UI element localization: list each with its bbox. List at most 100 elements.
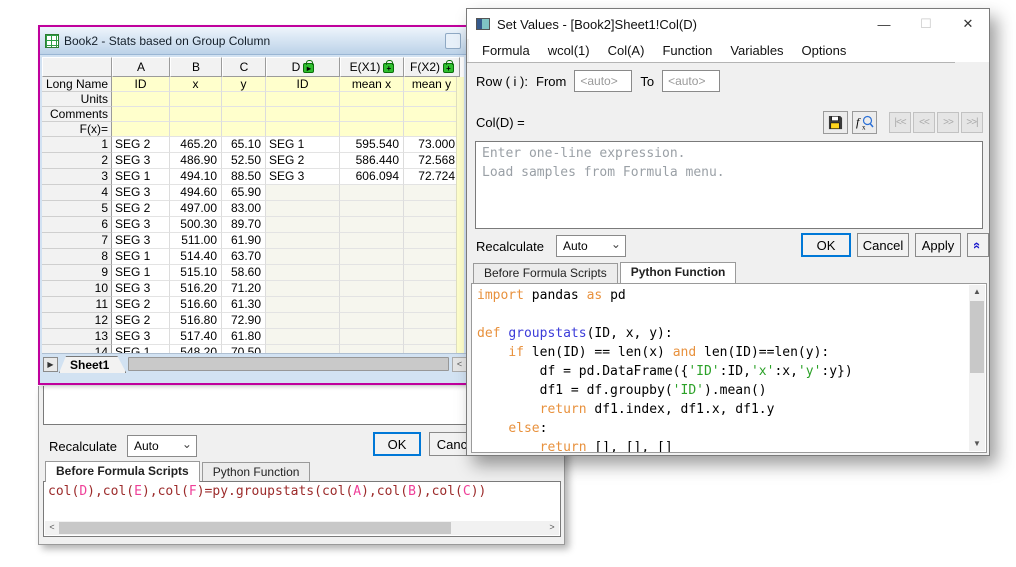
code-scrollbar[interactable]: ▲ ▼ <box>969 285 985 451</box>
data-cell[interactable]: 606.094 <box>340 169 404 185</box>
data-cell[interactable]: SEG 3 <box>266 169 340 185</box>
label-cell[interactable] <box>112 107 170 122</box>
data-cell[interactable]: 88.50 <box>222 169 266 185</box>
dialog-titlebar[interactable]: Set Values - [Book2]Sheet1!Col(D) — ☐ ✕ <box>467 9 989 39</box>
data-cell[interactable] <box>266 233 340 249</box>
data-cell[interactable]: 89.70 <box>222 217 266 233</box>
label-cell[interactable] <box>222 122 266 137</box>
label-cell[interactable] <box>266 107 340 122</box>
sheet-nav-right-icon[interactable]: ▶ <box>43 357 58 372</box>
label-cell[interactable]: y <box>222 77 266 92</box>
bottom-script-scrollbar[interactable]: < > <box>45 521 559 535</box>
data-cell[interactable] <box>266 265 340 281</box>
data-cell[interactable]: 486.90 <box>170 153 222 169</box>
label-cell[interactable] <box>112 122 170 137</box>
data-cell[interactable]: SEG 3 <box>112 233 170 249</box>
data-cell[interactable]: 65.10 <box>222 137 266 153</box>
label-cell[interactable] <box>222 107 266 122</box>
cancel-button[interactable]: Cancel <box>857 233 909 257</box>
menu-item-variables[interactable]: Variables <box>721 41 792 60</box>
data-cell[interactable]: 58.60 <box>222 265 266 281</box>
data-cell[interactable]: SEG 2 <box>112 297 170 313</box>
label-cell[interactable] <box>404 122 460 137</box>
hscroll-trough[interactable] <box>451 521 545 535</box>
label-cell[interactable] <box>340 107 404 122</box>
save-icon[interactable] <box>823 111 848 134</box>
expression-input[interactable]: Enter one-line expression.Load samples f… <box>475 141 983 229</box>
row-index[interactable]: 7 <box>42 233 112 249</box>
nav-button-0[interactable]: |<< <box>889 112 911 133</box>
python-code-box[interactable]: import pandas as pd def groupstats(ID, x… <box>471 283 987 453</box>
data-cell[interactable]: 61.30 <box>222 297 266 313</box>
row-index[interactable]: 5 <box>42 201 112 217</box>
row-index[interactable]: 11 <box>42 297 112 313</box>
data-cell[interactable]: 72.568 <box>404 153 460 169</box>
label-cell[interactable]: ID <box>112 77 170 92</box>
label-cell[interactable]: mean x <box>340 77 404 92</box>
tab-before-formula-scripts[interactable]: Before Formula Scripts <box>473 263 618 283</box>
worksheet-titlebar[interactable]: Book2 - Stats based on Group Column <box>40 27 466 55</box>
row-index[interactable]: 6 <box>42 217 112 233</box>
row-index[interactable]: 2 <box>42 153 112 169</box>
minimize-icon[interactable]: — <box>863 9 905 39</box>
data-cell[interactable]: 52.50 <box>222 153 266 169</box>
recalculate-dropdown[interactable]: Auto ⌄ <box>556 235 626 257</box>
row-index[interactable]: 3 <box>42 169 112 185</box>
data-cell[interactable] <box>340 329 404 345</box>
label-cell[interactable] <box>340 122 404 137</box>
data-cell[interactable] <box>340 297 404 313</box>
data-cell[interactable]: SEG 3 <box>112 281 170 297</box>
label-cell[interactable] <box>170 107 222 122</box>
data-cell[interactable]: 465.20 <box>170 137 222 153</box>
label-cell[interactable] <box>266 92 340 107</box>
data-cell[interactable]: SEG 1 <box>112 265 170 281</box>
menu-item-options[interactable]: Options <box>793 41 856 60</box>
data-cell[interactable]: SEG 3 <box>112 185 170 201</box>
data-cell[interactable]: SEG 2 <box>112 137 170 153</box>
label-cell[interactable]: x <box>170 77 222 92</box>
data-cell[interactable]: 61.80 <box>222 329 266 345</box>
data-cell[interactable]: 497.00 <box>170 201 222 217</box>
data-cell[interactable] <box>340 313 404 329</box>
bottom-script-box[interactable]: col(D),col(E),col(F)=py.groupstats(col(A… <box>43 481 561 537</box>
data-cell[interactable] <box>404 265 460 281</box>
to-input[interactable]: <auto> <box>662 70 720 92</box>
data-cell[interactable]: SEG 3 <box>112 329 170 345</box>
tab-python-function[interactable]: Python Function <box>620 262 737 283</box>
column-header[interactable]: C <box>222 57 266 77</box>
vscroll-up-icon[interactable]: ▲ <box>969 285 985 299</box>
hscroll-left-icon[interactable]: < <box>452 357 467 372</box>
data-cell[interactable] <box>266 297 340 313</box>
row-index[interactable]: 1 <box>42 137 112 153</box>
menu-item-formula[interactable]: Formula <box>473 41 539 60</box>
row-index[interactable]: 8 <box>42 249 112 265</box>
hscroll-thumb[interactable] <box>59 522 451 534</box>
data-cell[interactable] <box>404 281 460 297</box>
data-cell[interactable] <box>340 233 404 249</box>
vscroll-down-icon[interactable]: ▼ <box>969 437 985 451</box>
data-cell[interactable] <box>404 249 460 265</box>
column-header[interactable]: F(X2)+ <box>404 57 460 77</box>
data-cell[interactable]: 494.60 <box>170 185 222 201</box>
data-cell[interactable] <box>266 329 340 345</box>
data-cell[interactable]: 511.00 <box>170 233 222 249</box>
data-cell[interactable] <box>404 233 460 249</box>
column-header[interactable]: E(X1)+ <box>340 57 404 77</box>
label-cell[interactable] <box>222 92 266 107</box>
data-cell[interactable]: SEG 1 <box>112 169 170 185</box>
column-header[interactable]: A <box>112 57 170 77</box>
label-cell[interactable] <box>404 92 460 107</box>
hscroll-left-icon[interactable]: < <box>45 521 59 535</box>
data-cell[interactable]: 72.90 <box>222 313 266 329</box>
data-cell[interactable]: SEG 2 <box>112 201 170 217</box>
data-cell[interactable]: SEG 3 <box>112 217 170 233</box>
formula-search-icon[interactable]: f x <box>852 111 877 134</box>
nav-button-2[interactable]: >> <box>937 112 959 133</box>
ok-button[interactable]: OK <box>801 233 851 257</box>
data-cell[interactable] <box>404 201 460 217</box>
column-header[interactable]: D▸ <box>266 57 340 77</box>
collapse-chevron-button[interactable]: « <box>967 233 989 257</box>
hscroll-right-icon[interactable]: > <box>545 521 559 535</box>
data-cell[interactable]: 516.60 <box>170 297 222 313</box>
vscroll-thumb[interactable] <box>970 301 984 373</box>
